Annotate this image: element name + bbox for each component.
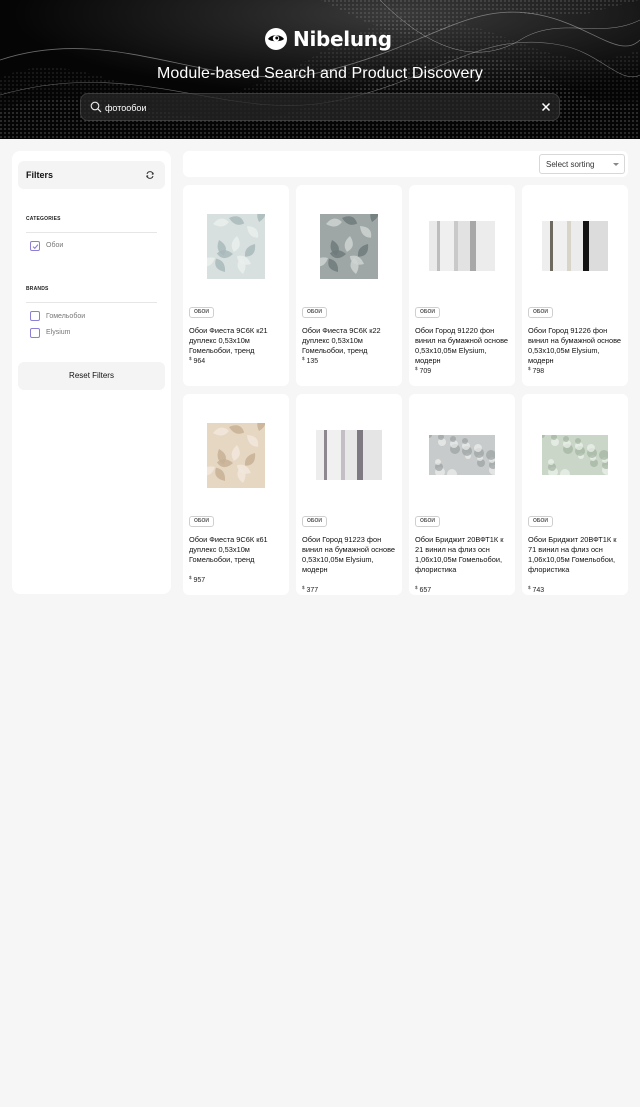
product-card[interactable]: ОБОИ Обои Город 91226 фон винил на бумажн… [522, 185, 628, 386]
price-value: 743 [532, 587, 545, 594]
brand-logo-icon [265, 28, 287, 50]
product-price: $798 [528, 366, 544, 375]
currency-symbol: $ [415, 366, 418, 371]
product-card[interactable]: ОБОИ Обои Бриджит 20ВФТ1К к 71 винил на ф… [522, 394, 628, 595]
product-image[interactable] [532, 408, 618, 502]
category-badge: ОБОИ [415, 307, 440, 318]
product-image[interactable] [193, 408, 279, 502]
currency-symbol: $ [302, 356, 305, 361]
currency-symbol: $ [189, 356, 192, 361]
product-image[interactable] [419, 199, 505, 293]
product-card[interactable]: ОБОИ Обои Город 91223 фон винил на бумажн… [296, 394, 402, 595]
price-value: 798 [532, 368, 545, 375]
product-name[interactable]: Обои Фиеста 9С6К к21 дуплекс 0,53x10м Го… [189, 326, 285, 356]
currency-symbol: $ [189, 575, 192, 580]
brand-label[interactable]: Elysium [46, 329, 71, 336]
product-price: $957 [189, 575, 205, 584]
filters-title: Filters [26, 170, 54, 180]
product-image[interactable] [193, 199, 279, 293]
page-title: Module-based Search and Product Discover… [156, 65, 484, 82]
category-badge: ОБОИ [415, 516, 440, 527]
search-bar[interactable] [80, 93, 560, 121]
product-card[interactable]: ОБОИ Обои Фиеста 9С6К к21 дуплекс 0,53x10… [183, 185, 289, 386]
brand-label[interactable]: Гомельобои [46, 313, 85, 320]
currency-symbol: $ [415, 585, 418, 590]
chevron-down-icon [613, 163, 619, 166]
category-badge: ОБОИ [302, 516, 327, 527]
sort-select-label: Select sorting [546, 160, 595, 169]
filters-header: Filters [18, 161, 165, 189]
price-value: 135 [306, 358, 319, 365]
category-badge: ОБОИ [189, 307, 214, 318]
price-value: 377 [306, 587, 319, 594]
hero-banner: Nibelung Module-based Search and Product… [0, 0, 640, 139]
checkbox-brand-elysium[interactable] [30, 328, 40, 338]
product-card[interactable]: ОБОИ Обои Фиеста 9С6К к61 дуплекс 0,53x10… [183, 394, 289, 595]
category-badge: ОБОИ [528, 307, 553, 318]
product-price: $377 [302, 585, 318, 594]
product-name[interactable]: Обои Город 91220 фон винил на бумажной о… [415, 326, 511, 366]
product-name[interactable]: Обои Город 91226 фон винил на бумажной о… [528, 326, 624, 366]
product-price: $743 [528, 585, 544, 594]
product-price: $964 [189, 356, 205, 365]
product-name[interactable]: Обои Бриджит 20ВФТ1К к 71 винил на флиз … [528, 535, 624, 575]
product-name[interactable]: Обои Город 91223 фон винил на бумажной о… [302, 535, 398, 575]
refresh-icon[interactable] [145, 170, 155, 180]
category-label[interactable]: Обои [46, 242, 63, 249]
search-input[interactable] [105, 98, 525, 118]
sort-toolbar: Select sorting [183, 151, 628, 177]
product-card[interactable]: ОБОИ Обои Город 91220 фон винил на бумажн… [409, 185, 515, 386]
category-badge: ОБОИ [189, 516, 214, 527]
product-image[interactable] [532, 199, 618, 293]
product-price: $657 [415, 585, 431, 594]
price-value: 709 [419, 368, 432, 375]
reset-filters-button[interactable]: Reset Filters [18, 362, 165, 390]
price-value: 964 [193, 358, 206, 365]
search-icon [90, 101, 102, 113]
divider [26, 302, 157, 303]
product-name[interactable]: Обои Фиеста 9С6К к61 дуплекс 0,53x10м Го… [189, 535, 285, 565]
currency-symbol: $ [302, 585, 305, 590]
product-image[interactable] [306, 408, 392, 502]
currency-symbol: $ [528, 366, 531, 371]
categories-heading: CATEGORIES [26, 216, 61, 222]
divider [26, 232, 157, 233]
checkbox-brand-gomeloboi[interactable] [30, 311, 40, 321]
product-card[interactable]: ОБОИ Обои Бриджит 20ВФТ1К к 21 винил на ф… [409, 394, 515, 595]
product-name[interactable]: Обои Бриджит 20ВФТ1К к 21 винил на флиз … [415, 535, 511, 575]
price-value: 657 [419, 587, 432, 594]
category-badge: ОБОИ [528, 516, 553, 527]
product-image[interactable] [419, 408, 505, 502]
sort-select[interactable]: Select sorting [539, 154, 625, 174]
close-icon[interactable] [541, 102, 551, 112]
brand-name: Nibelung [293, 27, 392, 51]
brand-logo[interactable]: Nibelung [264, 26, 392, 52]
product-price: $135 [302, 356, 318, 365]
check-icon [32, 244, 39, 250]
brands-heading: BRANDS [26, 286, 49, 292]
price-value: 957 [193, 577, 206, 584]
currency-symbol: $ [528, 585, 531, 590]
product-price: $709 [415, 366, 431, 375]
checkbox-category-oboi[interactable] [30, 241, 40, 251]
filters-sidebar: Filters CATEGORIES Обои BRANDS Гомельобо… [12, 151, 171, 594]
product-image[interactable] [306, 199, 392, 293]
product-name[interactable]: Обои Фиеста 9С6К к22 дуплекс 0,53x10м Го… [302, 326, 398, 356]
category-badge: ОБОИ [302, 307, 327, 318]
product-card[interactable]: ОБОИ Обои Фиеста 9С6К к22 дуплекс 0,53x10… [296, 185, 402, 386]
